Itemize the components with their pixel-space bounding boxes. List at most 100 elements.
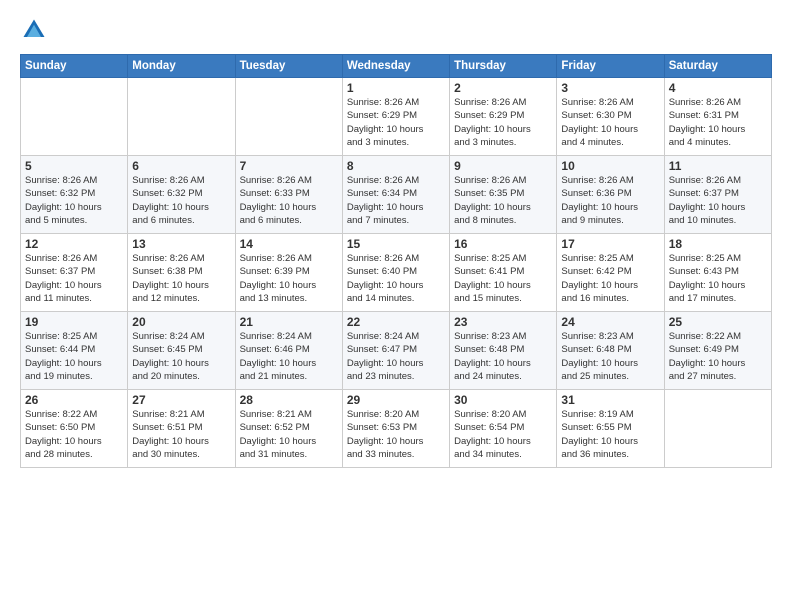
calendar-week-1: 1Sunrise: 8:26 AM Sunset: 6:29 PM Daylig… xyxy=(21,78,772,156)
calendar-cell: 27Sunrise: 8:21 AM Sunset: 6:51 PM Dayli… xyxy=(128,390,235,468)
day-info: Sunrise: 8:22 AM Sunset: 6:49 PM Dayligh… xyxy=(669,330,767,383)
day-info: Sunrise: 8:19 AM Sunset: 6:55 PM Dayligh… xyxy=(561,408,659,461)
day-info: Sunrise: 8:20 AM Sunset: 6:53 PM Dayligh… xyxy=(347,408,445,461)
header-day-thursday: Thursday xyxy=(450,55,557,78)
day-number: 3 xyxy=(561,81,659,95)
day-number: 2 xyxy=(454,81,552,95)
logo xyxy=(20,16,52,44)
day-number: 20 xyxy=(132,315,230,329)
day-number: 30 xyxy=(454,393,552,407)
calendar-cell: 31Sunrise: 8:19 AM Sunset: 6:55 PM Dayli… xyxy=(557,390,664,468)
calendar-cell: 22Sunrise: 8:24 AM Sunset: 6:47 PM Dayli… xyxy=(342,312,449,390)
day-info: Sunrise: 8:25 AM Sunset: 6:44 PM Dayligh… xyxy=(25,330,123,383)
calendar-table: SundayMondayTuesdayWednesdayThursdayFrid… xyxy=(20,54,772,468)
day-number: 23 xyxy=(454,315,552,329)
calendar-cell: 15Sunrise: 8:26 AM Sunset: 6:40 PM Dayli… xyxy=(342,234,449,312)
header-day-friday: Friday xyxy=(557,55,664,78)
day-number: 7 xyxy=(240,159,338,173)
day-info: Sunrise: 8:26 AM Sunset: 6:32 PM Dayligh… xyxy=(132,174,230,227)
calendar-cell: 18Sunrise: 8:25 AM Sunset: 6:43 PM Dayli… xyxy=(664,234,771,312)
day-info: Sunrise: 8:26 AM Sunset: 6:32 PM Dayligh… xyxy=(25,174,123,227)
day-number: 19 xyxy=(25,315,123,329)
calendar-cell: 2Sunrise: 8:26 AM Sunset: 6:29 PM Daylig… xyxy=(450,78,557,156)
day-number: 16 xyxy=(454,237,552,251)
calendar-cell: 17Sunrise: 8:25 AM Sunset: 6:42 PM Dayli… xyxy=(557,234,664,312)
calendar-week-3: 12Sunrise: 8:26 AM Sunset: 6:37 PM Dayli… xyxy=(21,234,772,312)
calendar-cell xyxy=(664,390,771,468)
day-number: 12 xyxy=(25,237,123,251)
day-number: 27 xyxy=(132,393,230,407)
calendar-cell: 19Sunrise: 8:25 AM Sunset: 6:44 PM Dayli… xyxy=(21,312,128,390)
day-info: Sunrise: 8:25 AM Sunset: 6:43 PM Dayligh… xyxy=(669,252,767,305)
day-number: 15 xyxy=(347,237,445,251)
day-number: 18 xyxy=(669,237,767,251)
calendar-cell: 11Sunrise: 8:26 AM Sunset: 6:37 PM Dayli… xyxy=(664,156,771,234)
calendar-cell xyxy=(21,78,128,156)
calendar-cell: 28Sunrise: 8:21 AM Sunset: 6:52 PM Dayli… xyxy=(235,390,342,468)
calendar-cell: 24Sunrise: 8:23 AM Sunset: 6:48 PM Dayli… xyxy=(557,312,664,390)
day-number: 21 xyxy=(240,315,338,329)
day-info: Sunrise: 8:21 AM Sunset: 6:52 PM Dayligh… xyxy=(240,408,338,461)
header-day-sunday: Sunday xyxy=(21,55,128,78)
day-number: 26 xyxy=(25,393,123,407)
day-number: 24 xyxy=(561,315,659,329)
calendar-cell xyxy=(128,78,235,156)
calendar-cell: 3Sunrise: 8:26 AM Sunset: 6:30 PM Daylig… xyxy=(557,78,664,156)
day-info: Sunrise: 8:26 AM Sunset: 6:29 PM Dayligh… xyxy=(347,96,445,149)
calendar-cell: 12Sunrise: 8:26 AM Sunset: 6:37 PM Dayli… xyxy=(21,234,128,312)
day-info: Sunrise: 8:26 AM Sunset: 6:40 PM Dayligh… xyxy=(347,252,445,305)
calendar-cell: 6Sunrise: 8:26 AM Sunset: 6:32 PM Daylig… xyxy=(128,156,235,234)
day-info: Sunrise: 8:23 AM Sunset: 6:48 PM Dayligh… xyxy=(561,330,659,383)
calendar-cell: 7Sunrise: 8:26 AM Sunset: 6:33 PM Daylig… xyxy=(235,156,342,234)
day-info: Sunrise: 8:23 AM Sunset: 6:48 PM Dayligh… xyxy=(454,330,552,383)
day-info: Sunrise: 8:21 AM Sunset: 6:51 PM Dayligh… xyxy=(132,408,230,461)
day-number: 8 xyxy=(347,159,445,173)
calendar-week-2: 5Sunrise: 8:26 AM Sunset: 6:32 PM Daylig… xyxy=(21,156,772,234)
day-number: 1 xyxy=(347,81,445,95)
day-info: Sunrise: 8:26 AM Sunset: 6:36 PM Dayligh… xyxy=(561,174,659,227)
calendar-cell: 13Sunrise: 8:26 AM Sunset: 6:38 PM Dayli… xyxy=(128,234,235,312)
day-number: 22 xyxy=(347,315,445,329)
calendar-week-5: 26Sunrise: 8:22 AM Sunset: 6:50 PM Dayli… xyxy=(21,390,772,468)
day-info: Sunrise: 8:25 AM Sunset: 6:41 PM Dayligh… xyxy=(454,252,552,305)
calendar-cell: 14Sunrise: 8:26 AM Sunset: 6:39 PM Dayli… xyxy=(235,234,342,312)
calendar-cell: 21Sunrise: 8:24 AM Sunset: 6:46 PM Dayli… xyxy=(235,312,342,390)
day-info: Sunrise: 8:25 AM Sunset: 6:42 PM Dayligh… xyxy=(561,252,659,305)
day-number: 10 xyxy=(561,159,659,173)
day-number: 17 xyxy=(561,237,659,251)
day-number: 28 xyxy=(240,393,338,407)
day-number: 25 xyxy=(669,315,767,329)
calendar-cell: 20Sunrise: 8:24 AM Sunset: 6:45 PM Dayli… xyxy=(128,312,235,390)
day-number: 29 xyxy=(347,393,445,407)
calendar-cell: 5Sunrise: 8:26 AM Sunset: 6:32 PM Daylig… xyxy=(21,156,128,234)
calendar-cell: 30Sunrise: 8:20 AM Sunset: 6:54 PM Dayli… xyxy=(450,390,557,468)
day-info: Sunrise: 8:24 AM Sunset: 6:45 PM Dayligh… xyxy=(132,330,230,383)
day-number: 31 xyxy=(561,393,659,407)
day-number: 5 xyxy=(25,159,123,173)
day-number: 4 xyxy=(669,81,767,95)
day-info: Sunrise: 8:20 AM Sunset: 6:54 PM Dayligh… xyxy=(454,408,552,461)
day-number: 14 xyxy=(240,237,338,251)
day-info: Sunrise: 8:24 AM Sunset: 6:47 PM Dayligh… xyxy=(347,330,445,383)
day-info: Sunrise: 8:26 AM Sunset: 6:31 PM Dayligh… xyxy=(669,96,767,149)
calendar-cell: 23Sunrise: 8:23 AM Sunset: 6:48 PM Dayli… xyxy=(450,312,557,390)
day-info: Sunrise: 8:26 AM Sunset: 6:29 PM Dayligh… xyxy=(454,96,552,149)
calendar-cell: 4Sunrise: 8:26 AM Sunset: 6:31 PM Daylig… xyxy=(664,78,771,156)
day-number: 11 xyxy=(669,159,767,173)
calendar-cell: 25Sunrise: 8:22 AM Sunset: 6:49 PM Dayli… xyxy=(664,312,771,390)
calendar-week-4: 19Sunrise: 8:25 AM Sunset: 6:44 PM Dayli… xyxy=(21,312,772,390)
day-info: Sunrise: 8:26 AM Sunset: 6:37 PM Dayligh… xyxy=(669,174,767,227)
header-day-tuesday: Tuesday xyxy=(235,55,342,78)
day-info: Sunrise: 8:26 AM Sunset: 6:33 PM Dayligh… xyxy=(240,174,338,227)
day-info: Sunrise: 8:26 AM Sunset: 6:34 PM Dayligh… xyxy=(347,174,445,227)
calendar-cell: 29Sunrise: 8:20 AM Sunset: 6:53 PM Dayli… xyxy=(342,390,449,468)
day-info: Sunrise: 8:26 AM Sunset: 6:35 PM Dayligh… xyxy=(454,174,552,227)
day-number: 13 xyxy=(132,237,230,251)
calendar-cell: 26Sunrise: 8:22 AM Sunset: 6:50 PM Dayli… xyxy=(21,390,128,468)
logo-icon xyxy=(20,16,48,44)
day-info: Sunrise: 8:22 AM Sunset: 6:50 PM Dayligh… xyxy=(25,408,123,461)
day-number: 6 xyxy=(132,159,230,173)
header-day-monday: Monday xyxy=(128,55,235,78)
header-day-wednesday: Wednesday xyxy=(342,55,449,78)
calendar-cell: 8Sunrise: 8:26 AM Sunset: 6:34 PM Daylig… xyxy=(342,156,449,234)
